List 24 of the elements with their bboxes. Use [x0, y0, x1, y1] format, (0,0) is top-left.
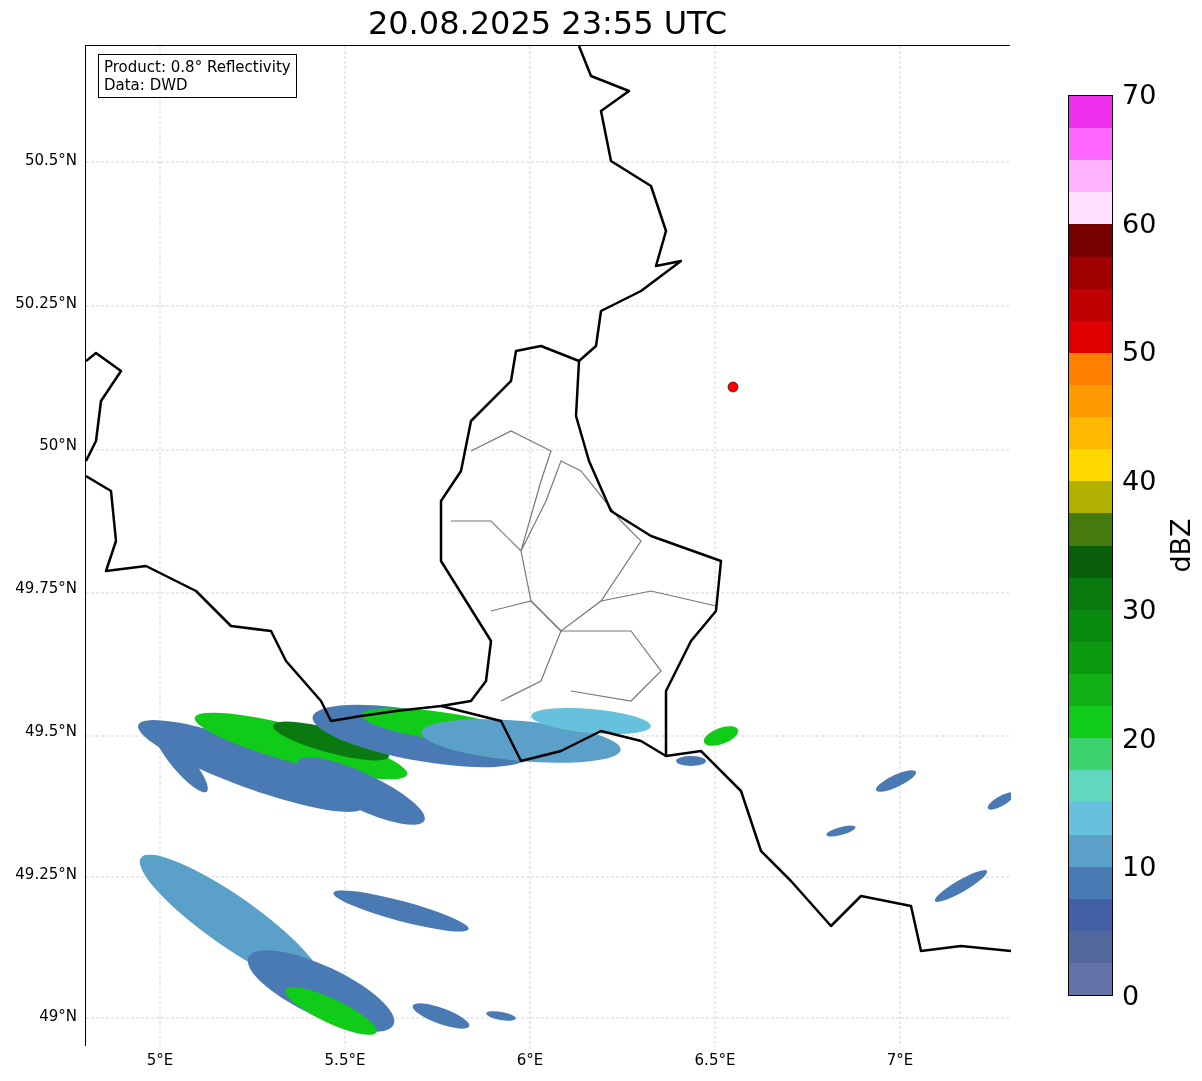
x-tick-label: 6.5°E [694, 1053, 736, 1068]
colorbar-tick-label: 0 [1122, 982, 1140, 1009]
y-tick-label: 49°N [39, 1009, 77, 1025]
x-tick-label: 5°E [146, 1053, 174, 1068]
y-tick-label: 49.5°N [24, 723, 77, 739]
y-tick-label: 50.5°N [24, 153, 77, 168]
colorbar-label: dBZ [1166, 518, 1194, 573]
legend-text: Product: 0.8° Reflectivity [104, 58, 291, 76]
x-tick-label: 5.5°E [324, 1053, 366, 1068]
y-tick-label: 49.75°N [15, 581, 77, 597]
x-tick-label: 7°E [886, 1053, 914, 1068]
y-tick-label: 49.25°N [15, 866, 77, 882]
colorbar-tick-label: 50 [1122, 338, 1157, 366]
colorbar-tick-label: 60 [1122, 209, 1157, 237]
colorbar-tick-label: 30 [1122, 595, 1157, 623]
y-tick-label: 50.25°N [15, 295, 77, 311]
colorbar-tick-label: 20 [1122, 724, 1157, 752]
legend-text: Data: DWD [104, 76, 189, 94]
colorbar-tick-label: 10 [1122, 853, 1157, 881]
x-tick-label: 6°E [516, 1053, 544, 1068]
chart-title: 20.08.2025 23:55 UTC [367, 6, 728, 39]
colorbar-tick-label: 40 [1122, 467, 1157, 495]
y-tick-label: 50°N [39, 438, 77, 454]
colorbar-tick-label: 70 [1122, 81, 1157, 108]
